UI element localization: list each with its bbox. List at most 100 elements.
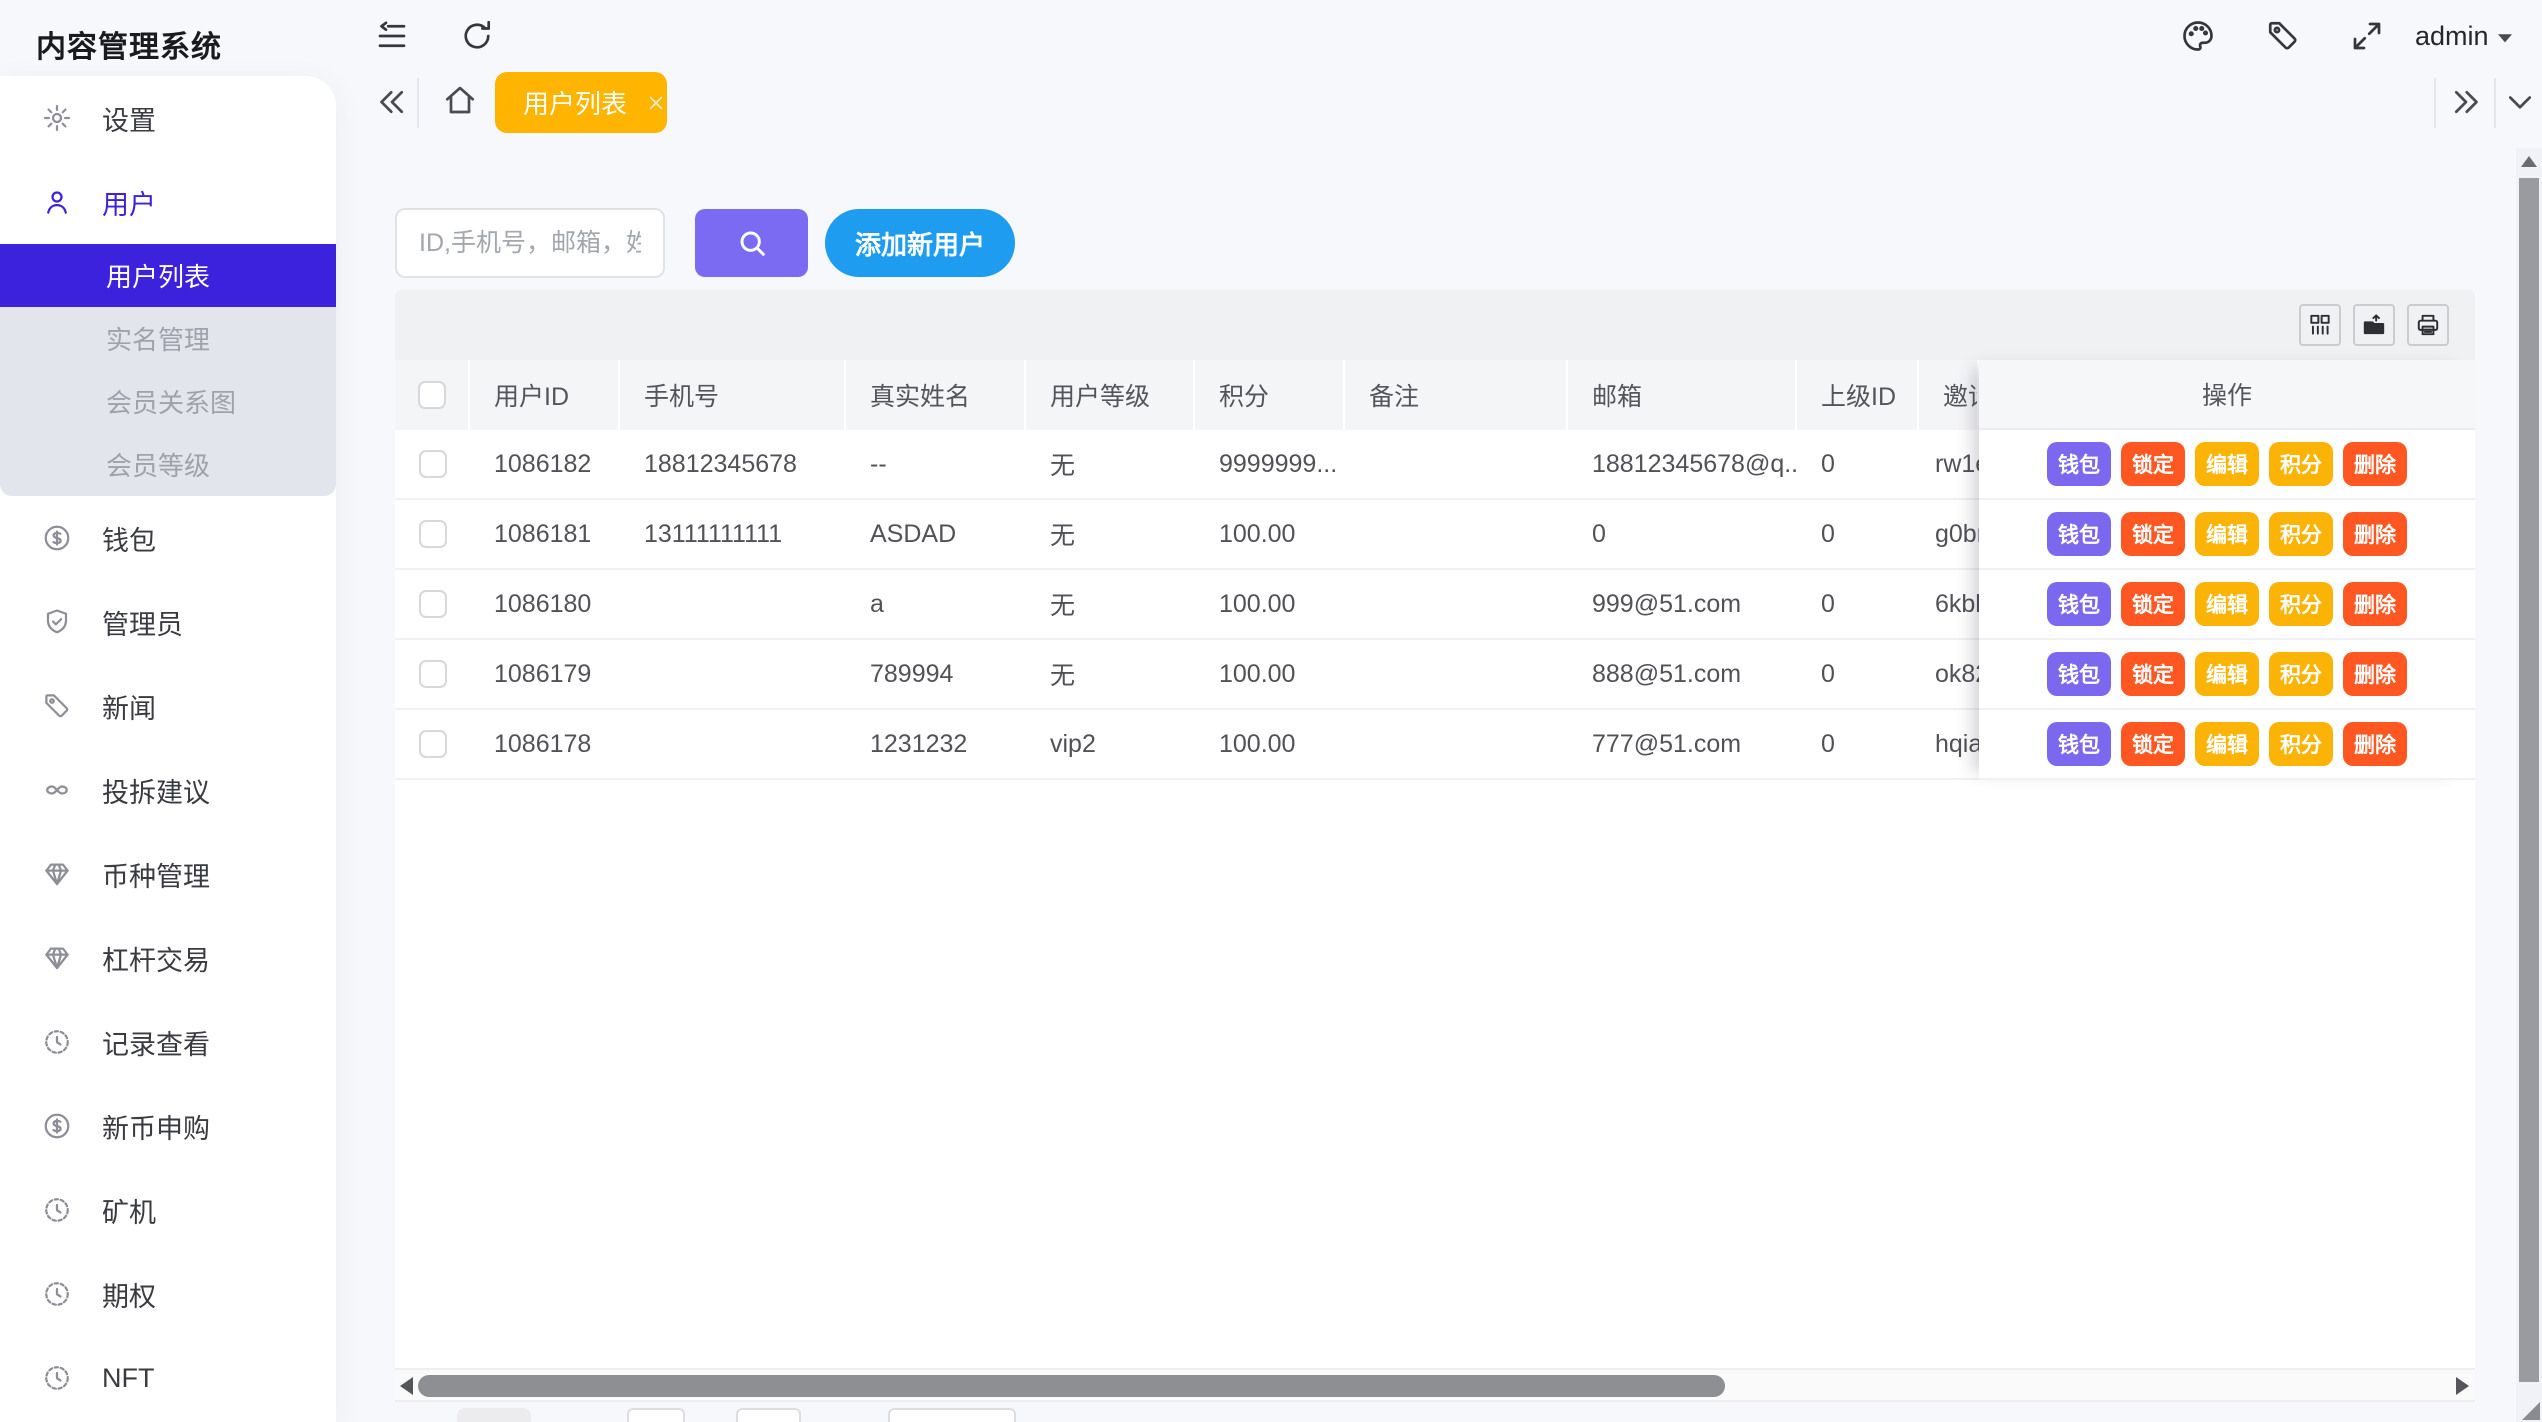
action-button-删除[interactable]: 删除	[2343, 512, 2407, 556]
sidebar-item-label: 设置	[102, 99, 156, 138]
table-cell: 6kbl	[1919, 570, 1979, 638]
pagination-page-button[interactable]	[736, 1408, 801, 1422]
menu-fold-icon[interactable]	[374, 18, 410, 54]
horizontal-scrollbar-thumb[interactable]	[418, 1375, 1725, 1397]
refresh-icon[interactable]	[459, 18, 495, 54]
tab-user-list[interactable]: 用户列表	[495, 72, 667, 133]
row-actions: 钱包锁定编辑积分删除	[1979, 500, 2475, 570]
tag-icon[interactable]	[2265, 18, 2301, 54]
sidebar-item-设置[interactable]: 设置	[0, 76, 336, 160]
pagination-size-select[interactable]	[888, 1408, 1016, 1422]
table-cell	[1345, 500, 1568, 568]
action-button-钱包[interactable]: 钱包	[2047, 442, 2111, 486]
table-cell: 0	[1797, 500, 1919, 568]
pagination-page-button[interactable]	[627, 1408, 685, 1422]
action-button-锁定[interactable]: 锁定	[2121, 652, 2185, 696]
search-input[interactable]	[395, 208, 665, 278]
sidebar-item-label: 期权	[102, 1275, 156, 1314]
row-checkbox[interactable]	[419, 450, 447, 478]
sidebar-item-新闻[interactable]: 新闻	[0, 664, 336, 748]
sidebar-item-用户[interactable]: 用户	[0, 160, 336, 244]
table-cell: --	[846, 430, 1026, 498]
action-button-编辑[interactable]: 编辑	[2195, 582, 2259, 626]
row-checkbox[interactable]	[419, 660, 447, 688]
sidebar-item-管理员[interactable]: 管理员	[0, 580, 336, 664]
action-button-积分[interactable]: 积分	[2269, 722, 2333, 766]
caret-down-icon[interactable]	[2492, 25, 2518, 51]
sidebar-item-新币申购[interactable]: 新币申购	[0, 1084, 336, 1168]
table-cell: 888@51.com	[1568, 640, 1797, 708]
table-cell: 18812345678@q...	[1568, 430, 1797, 498]
vertical-scrollbar-thumb[interactable]	[2519, 178, 2539, 1382]
action-button-锁定[interactable]: 锁定	[2121, 722, 2185, 766]
home-icon[interactable]	[442, 82, 478, 118]
columns-icon[interactable]	[2299, 304, 2341, 346]
action-button-编辑[interactable]: 编辑	[2195, 722, 2259, 766]
export-icon[interactable]	[2353, 304, 2395, 346]
action-button-积分[interactable]: 积分	[2269, 582, 2333, 626]
chevron-double-left-icon[interactable]	[374, 84, 410, 120]
column-header-邀请码: 邀请码	[1919, 360, 1979, 430]
search-button[interactable]	[695, 209, 808, 277]
sidebar-item-投拆建议[interactable]: 投拆建议	[0, 748, 336, 832]
action-button-删除[interactable]: 删除	[2343, 582, 2407, 626]
action-button-锁定[interactable]: 锁定	[2121, 442, 2185, 486]
fullscreen-icon[interactable]	[2349, 18, 2385, 54]
row-checkbox[interactable]	[419, 590, 447, 618]
palette-icon[interactable]	[2180, 18, 2216, 54]
action-button-钱包[interactable]: 钱包	[2047, 512, 2111, 556]
action-button-编辑[interactable]: 编辑	[2195, 442, 2259, 486]
table-cell: vip2	[1026, 710, 1195, 778]
action-button-积分[interactable]: 积分	[2269, 652, 2333, 696]
table-cell: 789994	[846, 640, 1026, 708]
table-cell: 0	[1568, 500, 1797, 568]
action-button-编辑[interactable]: 编辑	[2195, 652, 2259, 696]
action-button-锁定[interactable]: 锁定	[2121, 512, 2185, 556]
action-button-钱包[interactable]: 钱包	[2047, 582, 2111, 626]
pagination-prev-button[interactable]	[457, 1408, 531, 1422]
table-cell: 9999999...	[1195, 430, 1345, 498]
sidebar-item-钱包[interactable]: 钱包	[0, 496, 336, 580]
column-header-备注: 备注	[1345, 360, 1568, 430]
close-icon[interactable]	[645, 92, 667, 114]
row-checkbox[interactable]	[419, 520, 447, 548]
sidebar-item-NFT[interactable]: NFT	[0, 1336, 336, 1420]
action-button-删除[interactable]: 删除	[2343, 442, 2407, 486]
action-button-积分[interactable]: 积分	[2269, 512, 2333, 556]
action-button-删除[interactable]: 删除	[2343, 722, 2407, 766]
action-button-钱包[interactable]: 钱包	[2047, 652, 2111, 696]
sidebar-item-记录查看[interactable]: 记录查看	[0, 1000, 336, 1084]
scroll-right-arrow-icon[interactable]	[2456, 1377, 2469, 1395]
action-button-锁定[interactable]: 锁定	[2121, 582, 2185, 626]
table-cell: 0	[1797, 570, 1919, 638]
print-icon[interactable]	[2407, 304, 2449, 346]
scroll-left-arrow-icon[interactable]	[400, 1377, 413, 1395]
chevron-down-icon[interactable]	[2502, 84, 2538, 120]
row-select-cell	[395, 430, 470, 498]
horizontal-scrollbar[interactable]	[395, 1368, 2475, 1402]
column-header-actions: 操作	[1979, 360, 2475, 430]
select-all-checkbox[interactable]	[418, 381, 446, 409]
sidebar-item-杠杆交易[interactable]: 杠杆交易	[0, 916, 336, 1000]
sidebar-item-label: NFT	[102, 1363, 154, 1394]
user-menu[interactable]: admin	[2415, 21, 2489, 52]
action-button-积分[interactable]: 积分	[2269, 442, 2333, 486]
action-button-编辑[interactable]: 编辑	[2195, 512, 2259, 556]
sidebar-item-期权[interactable]: 期权	[0, 1252, 336, 1336]
sidebar-item-矿机[interactable]: 矿机	[0, 1168, 336, 1252]
table-cell: 无	[1026, 430, 1195, 498]
action-button-钱包[interactable]: 钱包	[2047, 722, 2111, 766]
row-checkbox[interactable]	[419, 730, 447, 758]
scroll-up-arrow-icon[interactable]	[2521, 156, 2537, 167]
add-user-button[interactable]: 添加新用户	[825, 209, 1015, 277]
chevron-double-right-icon[interactable]	[2448, 84, 2484, 120]
sidebar-subitem-实名管理[interactable]: 实名管理	[0, 307, 336, 370]
table-cell: hqia	[1919, 710, 1979, 778]
sidebar-item-币种管理[interactable]: 币种管理	[0, 832, 336, 916]
diamond-icon	[42, 859, 72, 889]
sidebar-subitem-用户列表[interactable]: 用户列表	[0, 244, 336, 307]
action-button-删除[interactable]: 删除	[2343, 652, 2407, 696]
row-actions: 钱包锁定编辑积分删除	[1979, 710, 2475, 780]
sidebar-subitem-会员关系图[interactable]: 会员关系图	[0, 370, 336, 433]
sidebar-subitem-会员等级[interactable]: 会员等级	[0, 433, 336, 496]
